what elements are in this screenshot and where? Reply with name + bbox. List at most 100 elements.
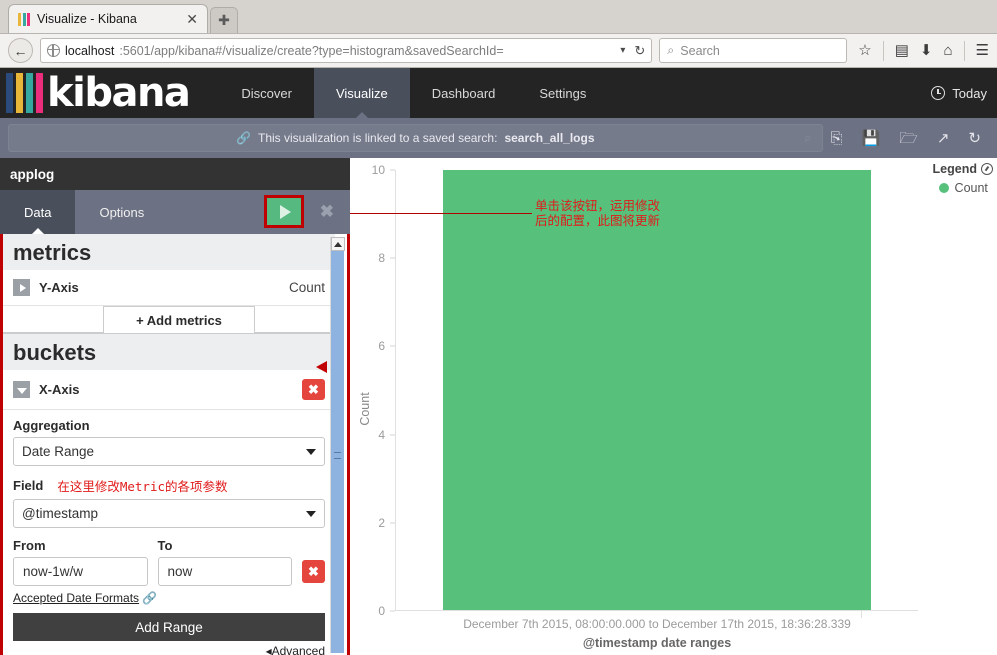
browser-nav-bar: ← localhost :5601/app/kibana#/visualize/… — [0, 34, 997, 68]
field-selected-value: @timestamp — [22, 506, 98, 521]
nav-item-settings[interactable]: Settings — [517, 68, 608, 118]
accepted-date-formats-link[interactable]: Accepted Date Formats 🔗 — [3, 586, 335, 605]
saved-search-message: This visualization is linked to a saved … — [258, 131, 497, 145]
chevron-down-icon[interactable]: ▾ — [616, 45, 625, 56]
scrollbar-thumb[interactable] — [331, 251, 344, 653]
field-label: Field — [13, 478, 43, 493]
chevron-down-icon — [306, 511, 316, 517]
tab-data[interactable]: Data — [0, 190, 75, 234]
remove-bucket-button[interactable]: ✖ — [302, 379, 325, 400]
to-input[interactable]: now — [158, 557, 293, 586]
kibana-logo: kibana — [0, 68, 193, 118]
to-label: To — [158, 538, 293, 553]
query-bar-row: 🔗 This visualization is linked to a save… — [0, 118, 997, 158]
x-axis-line — [396, 610, 918, 611]
y-axis-title: Count — [358, 392, 372, 425]
time-picker-label: Today — [952, 86, 987, 101]
download-icon[interactable]: ⬇ — [920, 43, 933, 58]
bar-series-count[interactable] — [443, 170, 871, 611]
field-annotation-text: 在这里修改Metric的各项参数 — [57, 476, 227, 495]
new-visualization-icon[interactable]: ⎘ — [831, 131, 843, 146]
browser-tab-bar: Visualize - Kibana ✕ ✚ — [0, 0, 997, 34]
advanced-toggle[interactable]: ◂Advanced — [3, 641, 335, 655]
apply-changes-button[interactable] — [264, 195, 304, 228]
browser-tab-title: Visualize - Kibana — [37, 12, 179, 26]
add-metrics-spacer-right — [255, 306, 335, 333]
aggregation-block: Aggregation Date Range — [3, 410, 335, 468]
reading-list-icon[interactable]: ▤ — [895, 43, 909, 58]
apply-button-annotation: 单击该按钮，运用修改 后的配置，此图将更新 — [535, 198, 660, 228]
add-range-wrap: Add Range — [3, 605, 335, 641]
url-bar[interactable]: localhost :5601/app/kibana#/visualize/cr… — [40, 38, 652, 63]
menu-hamburger-icon[interactable]: ☰ — [976, 43, 989, 58]
link-icon: 🔗 — [236, 131, 251, 145]
bookmark-star-icon[interactable]: ☆ — [858, 43, 871, 58]
y-tick-label: 2 — [378, 516, 390, 530]
time-picker[interactable]: Today — [931, 68, 997, 118]
saved-search-name[interactable]: search_all_logs — [504, 131, 594, 145]
save-visualization-icon[interactable]: 💾 — [862, 131, 881, 146]
from-input[interactable]: now-1w/w — [13, 557, 148, 586]
search-icon: ⌕ — [667, 43, 674, 58]
kibana-nav-links: Discover Visualize Dashboard Settings — [219, 68, 608, 118]
field-select[interactable]: @timestamp — [13, 499, 325, 528]
link-icon: 🔗 — [142, 591, 157, 605]
back-arrow-icon[interactable]: ← — [8, 38, 33, 63]
buckets-heading: buckets — [3, 334, 335, 370]
annotation-leader-line — [350, 213, 532, 214]
plot-area: 10 8 6 4 2 0 Count December 7th 2015, 0 — [350, 158, 997, 655]
x-axis-title: @timestamp date ranges — [396, 636, 918, 650]
refresh-icon[interactable]: ↻ — [968, 131, 981, 146]
metrics-heading: metrics — [3, 234, 335, 270]
toolbar-divider — [883, 41, 884, 61]
date-range-row: From now-1w/w To now ✖ — [3, 530, 335, 586]
play-triangle-icon — [280, 205, 291, 219]
editor-scroll-area: metrics Y-Axis Count + Add metrics bucke… — [3, 234, 347, 655]
metric-label: Y-Axis — [39, 280, 79, 295]
discard-changes-button[interactable]: ✖ — [320, 203, 334, 220]
add-metrics-spacer-left — [3, 306, 103, 333]
tab-options[interactable]: Options — [75, 190, 168, 234]
add-metrics-button[interactable]: + Add metrics — [103, 306, 255, 333]
sidebar-scrollbar[interactable] — [330, 237, 344, 653]
add-range-button[interactable]: Add Range — [13, 613, 325, 641]
remove-range-button[interactable]: ✖ — [302, 560, 325, 583]
close-icon[interactable]: ✕ — [186, 12, 198, 26]
bucket-row-x-axis[interactable]: X-Axis ✖ — [3, 370, 335, 410]
expand-collapse-icon[interactable] — [13, 279, 30, 296]
query-input[interactable]: 🔗 This visualization is linked to a save… — [8, 124, 823, 152]
visualization-chart: Legend Count 10 8 6 4 2 0 — [350, 158, 997, 655]
kibana-logo-bars-icon — [6, 73, 43, 113]
metric-value: Count — [289, 280, 325, 295]
nav-item-visualize[interactable]: Visualize — [314, 68, 410, 118]
x-tick-label: December 7th 2015, 08:00:00.000 to Decem… — [396, 617, 918, 631]
metric-row-y-axis[interactable]: Y-Axis Count — [3, 270, 335, 306]
home-icon[interactable]: ⌂ — [943, 43, 952, 58]
new-tab-button[interactable]: ✚ — [210, 7, 238, 33]
nav-item-dashboard[interactable]: Dashboard — [410, 68, 518, 118]
browser-search-input[interactable]: ⌕ Search — [659, 38, 847, 63]
visualization-actions: ⎘ 💾 🗁 ↗ ↻ — [831, 131, 989, 146]
index-pattern-title: applog — [0, 158, 350, 190]
from-field-group: From now-1w/w — [13, 538, 148, 586]
share-visualization-icon[interactable]: ↗ — [937, 131, 950, 146]
reload-icon[interactable]: ↻ — [630, 43, 645, 59]
collapse-icon[interactable] — [13, 381, 30, 398]
accepted-date-formats-text: Accepted Date Formats — [13, 591, 139, 605]
kibana-favicon-icon — [18, 13, 30, 26]
y-tick-label: 8 — [378, 251, 390, 265]
browser-tab[interactable]: Visualize - Kibana ✕ — [8, 4, 208, 33]
scroll-up-button[interactable] — [331, 237, 345, 251]
nav-item-discover[interactable]: Discover — [219, 68, 314, 118]
url-path: :5601/app/kibana#/visualize/create?type=… — [119, 44, 503, 58]
clock-icon — [931, 86, 945, 100]
main-content: applog Data Options ✖ metrics Y-Axis Cou… — [0, 158, 997, 655]
field-block: Field 在这里修改Metric的各项参数 @timestamp — [3, 468, 335, 530]
open-visualization-icon[interactable]: 🗁 — [899, 131, 918, 146]
aggregation-select[interactable]: Date Range — [13, 437, 325, 466]
aggregation-selected-value: Date Range — [22, 444, 94, 459]
editor-tab-row: Data Options ✖ — [0, 190, 350, 234]
aggregation-label: Aggregation — [13, 418, 325, 433]
search-icon[interactable]: ⌕ — [804, 130, 811, 146]
y-tick-label: 10 — [372, 163, 390, 177]
